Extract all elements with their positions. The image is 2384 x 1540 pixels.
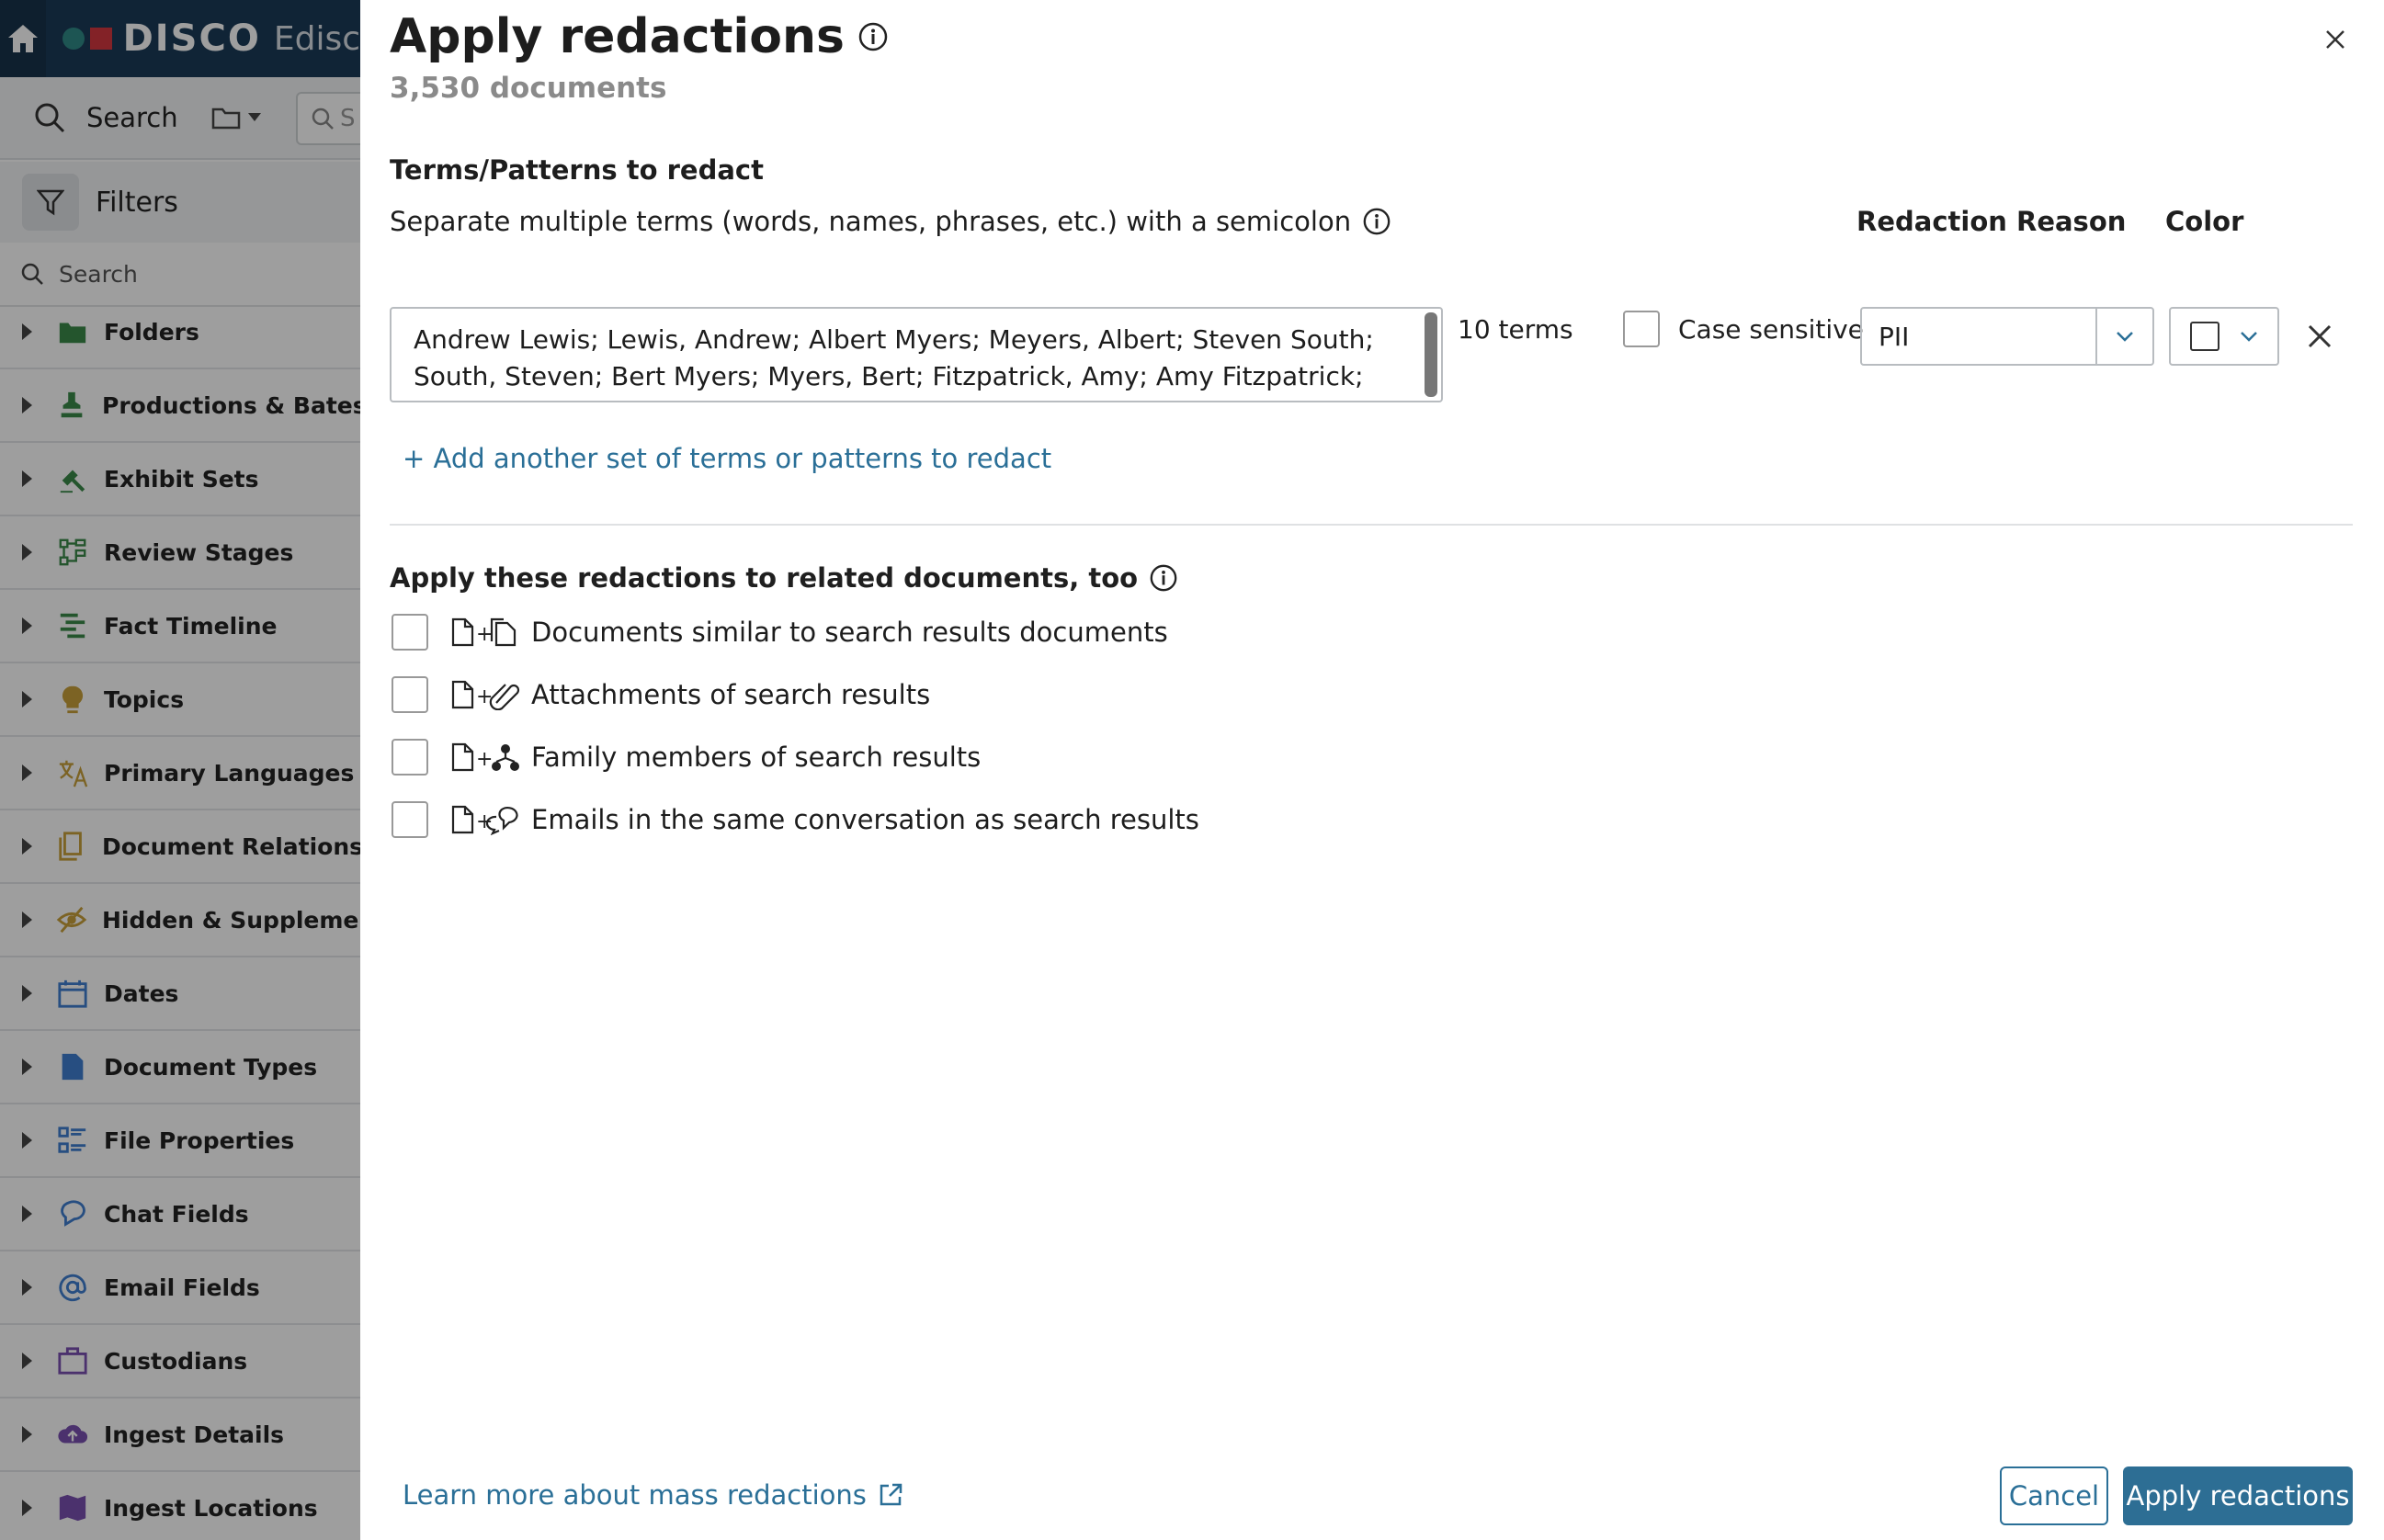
chevron-down-icon: [2117, 332, 2133, 342]
related-option-label[interactable]: Attachments of search results: [531, 679, 930, 710]
section-divider: [390, 524, 2353, 526]
info-icon[interactable]: [857, 21, 889, 52]
terms-heading: Terms/Patterns to redact: [390, 154, 764, 186]
info-icon[interactable]: [1362, 207, 1391, 236]
remove-term-row-button[interactable]: [2303, 320, 2336, 353]
svg-text:+: +: [476, 623, 493, 646]
related-option-label[interactable]: Family members of search results: [531, 742, 981, 773]
related-heading-text: Apply these redactions to related docume…: [390, 562, 1139, 594]
redaction-reason-value: PII: [1879, 321, 1910, 352]
close-button[interactable]: [2320, 24, 2351, 55]
related-documents-heading: Apply these redactions to related docume…: [390, 562, 1178, 594]
svg-text:+: +: [476, 748, 493, 771]
dialog-title: Apply redactions: [390, 9, 889, 64]
color-column-header: Color: [2165, 206, 2244, 237]
modal-backdrop[interactable]: [0, 0, 360, 1540]
related-option-attachments: + Attachments of search results: [392, 674, 930, 715]
apply-redactions-dialog: Apply redactions 3,530 documents Terms/P…: [360, 0, 2384, 1540]
add-term-set-link[interactable]: + Add another set of terms or patterns t…: [403, 443, 1051, 474]
dialog-title-text: Apply redactions: [390, 9, 845, 64]
related-option-similar: + Documents similar to search results do…: [392, 612, 1168, 652]
case-sensitive-checkbox[interactable]: [1623, 311, 1660, 347]
redaction-reason-column-header: Redaction Reason: [1856, 206, 2127, 237]
terms-textarea-value: Andrew Lewis; Lewis, Andrew; Albert Myer…: [414, 324, 1374, 391]
terms-textarea[interactable]: Andrew Lewis; Lewis, Andrew; Albert Myer…: [390, 307, 1443, 402]
apply-redactions-button[interactable]: Apply redactions: [2123, 1466, 2353, 1525]
conversation-icon: +: [450, 804, 522, 835]
related-option-checkbox[interactable]: [392, 614, 428, 651]
svg-text:+: +: [476, 810, 493, 833]
related-option-label[interactable]: Emails in the same conversation as searc…: [531, 804, 1199, 835]
paperclip-icon: +: [450, 679, 522, 710]
close-icon: [2326, 30, 2344, 49]
chevron-down-icon: [2240, 332, 2257, 342]
close-icon: [2308, 324, 2332, 348]
related-option-checkbox[interactable]: [392, 739, 428, 776]
info-icon[interactable]: [1149, 563, 1178, 593]
color-select[interactable]: [2169, 307, 2279, 366]
redaction-reason-dropdown-toggle[interactable]: [2095, 309, 2152, 364]
family-tree-icon: +: [450, 742, 522, 773]
cancel-button[interactable]: Cancel: [2000, 1466, 2108, 1525]
terms-count: 10 terms: [1458, 314, 1573, 345]
related-option-family: + Family members of search results: [392, 737, 981, 777]
similar-documents-icon: +: [450, 617, 522, 648]
app-background: DISCO Edisc Search S Filters Search Fold…: [0, 0, 360, 1540]
color-swatch: [2190, 322, 2220, 351]
document-count: 3,530 documents: [390, 72, 667, 105]
external-link-icon: [880, 1483, 903, 1506]
learn-more-text: Learn more about mass redactions: [403, 1479, 867, 1511]
related-option-checkbox[interactable]: [392, 676, 428, 713]
learn-more-link[interactable]: Learn more about mass redactions: [403, 1479, 903, 1511]
redaction-reason-select[interactable]: PII: [1860, 307, 2154, 366]
case-sensitive-label[interactable]: Case sensitive: [1678, 314, 1864, 345]
related-option-checkbox[interactable]: [392, 801, 428, 838]
related-option-conversation: + Emails in the same conversation as sea…: [392, 799, 1199, 840]
terms-help-label: Separate multiple terms (words, names, p…: [390, 206, 1352, 237]
terms-help-text: Separate multiple terms (words, names, p…: [390, 206, 1391, 237]
terms-scrollbar[interactable]: [1425, 312, 1437, 397]
related-option-label[interactable]: Documents similar to search results docu…: [531, 617, 1168, 648]
